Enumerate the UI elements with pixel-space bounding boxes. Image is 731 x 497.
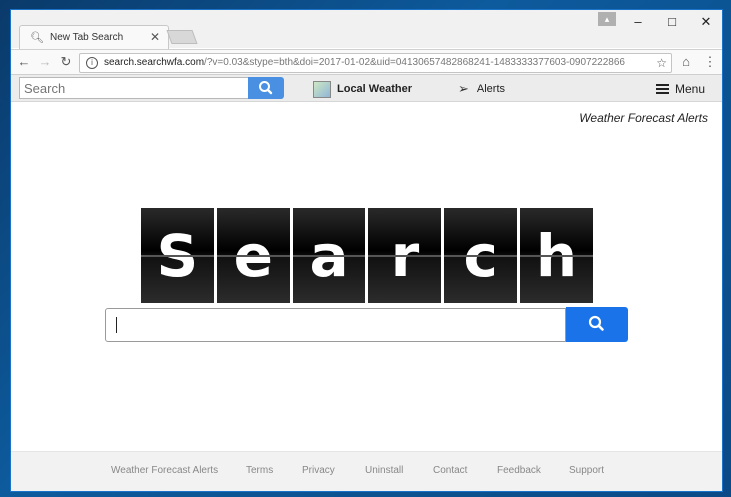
new-tab-button[interactable] [166,30,198,44]
forward-arrow-icon[interactable]: → [37,54,53,70]
close-window-button[interactable]: ✕ [696,14,716,30]
logo-tile: a [292,208,366,303]
footer-link-uninstall[interactable]: Uninstall [365,465,403,476]
footer-link-privacy[interactable]: Privacy [302,465,335,476]
user-profile-icon[interactable]: ▴ [598,12,616,26]
local-weather-link[interactable]: Local Weather [313,80,412,98]
toolbar-search-input[interactable] [19,77,249,99]
logo-tile: e [216,208,290,303]
footer: Weather Forecast Alerts Terms Privacy Un… [11,451,722,491]
brand-link[interactable]: Weather Forecast Alerts [579,111,708,125]
bookmark-star-icon[interactable]: ☆ [653,54,667,72]
url-field[interactable]: i search.searchwfa.com/?v=0.03&stype=bth… [79,53,672,73]
text-caret [116,317,117,333]
minimize-button[interactable]: – [628,14,648,30]
footer-link-terms[interactable]: Terms [246,465,273,476]
browser-window: 🔍︎ New Tab Search ✕ ▴ – □ ✕ ← → ↻ i sear… [10,9,723,492]
url-path: /?v=0.03&stype=bth&doi=2017-01-02&uid=04… [204,57,625,68]
logo-tile: c [444,208,518,303]
menu-button[interactable]: Menu [656,80,705,98]
title-bar: 🔍︎ New Tab Search ✕ ▴ – □ ✕ [11,10,722,49]
menu-label: Menu [675,82,706,96]
footer-link-feedback[interactable]: Feedback [497,465,541,476]
search-icon [588,315,604,331]
home-icon[interactable]: ⌂ [678,54,694,70]
footer-link-weather-forecast-alerts[interactable]: Weather Forecast Alerts [111,465,218,476]
main-search-input[interactable] [105,308,566,342]
main-search-button[interactable] [566,307,628,342]
close-tab-icon[interactable]: ✕ [150,30,160,44]
address-bar: ← → ↻ i search.searchwfa.com/?v=0.03&sty… [11,49,722,75]
search-icon: 🔍︎ [30,32,44,44]
reload-icon[interactable]: ↻ [58,54,74,70]
back-arrow-icon[interactable]: ← [16,54,32,70]
logo-tile: S [141,208,214,303]
extension-toolbar: Local Weather ➢ Alerts Menu [11,75,722,102]
url-host: search.searchwfa.com [104,57,205,68]
local-weather-label: Local Weather [337,83,412,95]
search-icon [259,81,273,95]
alerts-link[interactable]: ➢ Alerts [458,80,505,98]
weather-map-icon [313,80,331,98]
info-icon[interactable]: i [86,57,98,69]
toolbar-search-button[interactable] [248,77,284,99]
maximize-button[interactable]: □ [662,14,682,30]
browser-tab[interactable]: 🔍︎ New Tab Search ✕ [19,25,169,49]
logo-tile: h [520,208,593,303]
alerts-label: Alerts [476,83,506,95]
more-vert-icon[interactable]: ⋮ [702,54,718,70]
footer-link-contact[interactable]: Contact [433,465,467,476]
hamburger-icon [656,82,669,96]
tab-title: New Tab Search [49,32,124,43]
footer-link-support[interactable]: Support [569,465,604,476]
logo-tile: r [368,208,442,303]
search-logo: S e a r c h [141,208,593,303]
megaphone-icon: ➢ [458,81,469,96]
